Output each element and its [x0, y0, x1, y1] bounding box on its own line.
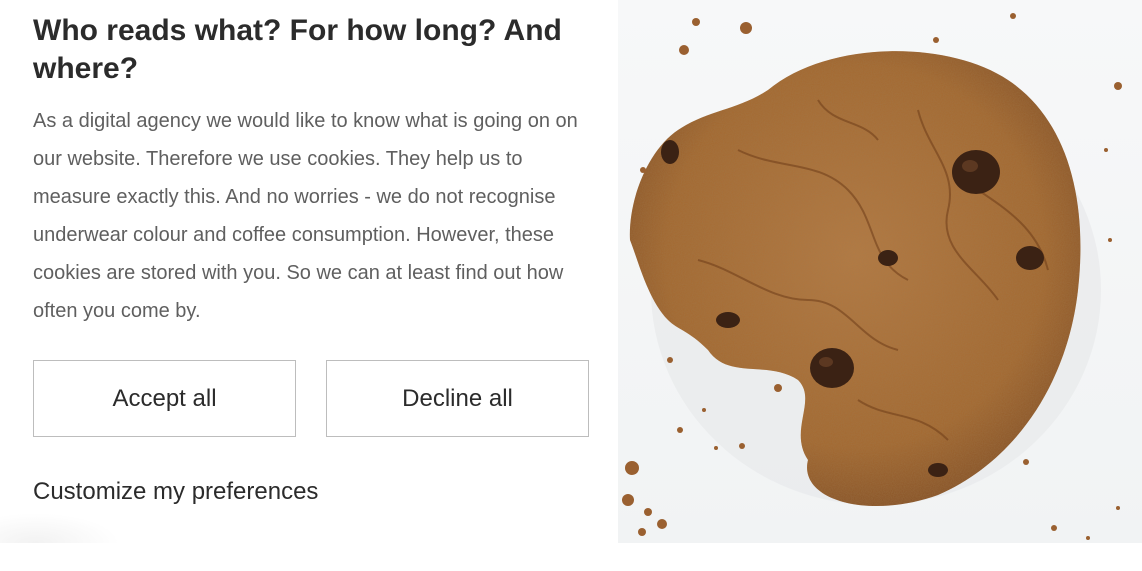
cookie-photo [618, 0, 1142, 543]
dialog-body: As a digital agency we would like to kno… [33, 110, 578, 322]
cookie-illustration [622, 13, 1122, 540]
cookie-consent-page: Who reads what? For how long? And where?… [0, 0, 1142, 571]
dialog-title: Who reads what? For how long? And where? [33, 14, 562, 85]
accept-all-button[interactable]: Accept all [33, 360, 296, 437]
decline-all-button[interactable]: Decline all [326, 360, 589, 437]
customize-preferences-link[interactable]: Customize my preferences [33, 477, 318, 507]
cookie-consent-panel: Who reads what? For how long? And where?… [0, 0, 618, 543]
panel-shadow [0, 513, 120, 543]
